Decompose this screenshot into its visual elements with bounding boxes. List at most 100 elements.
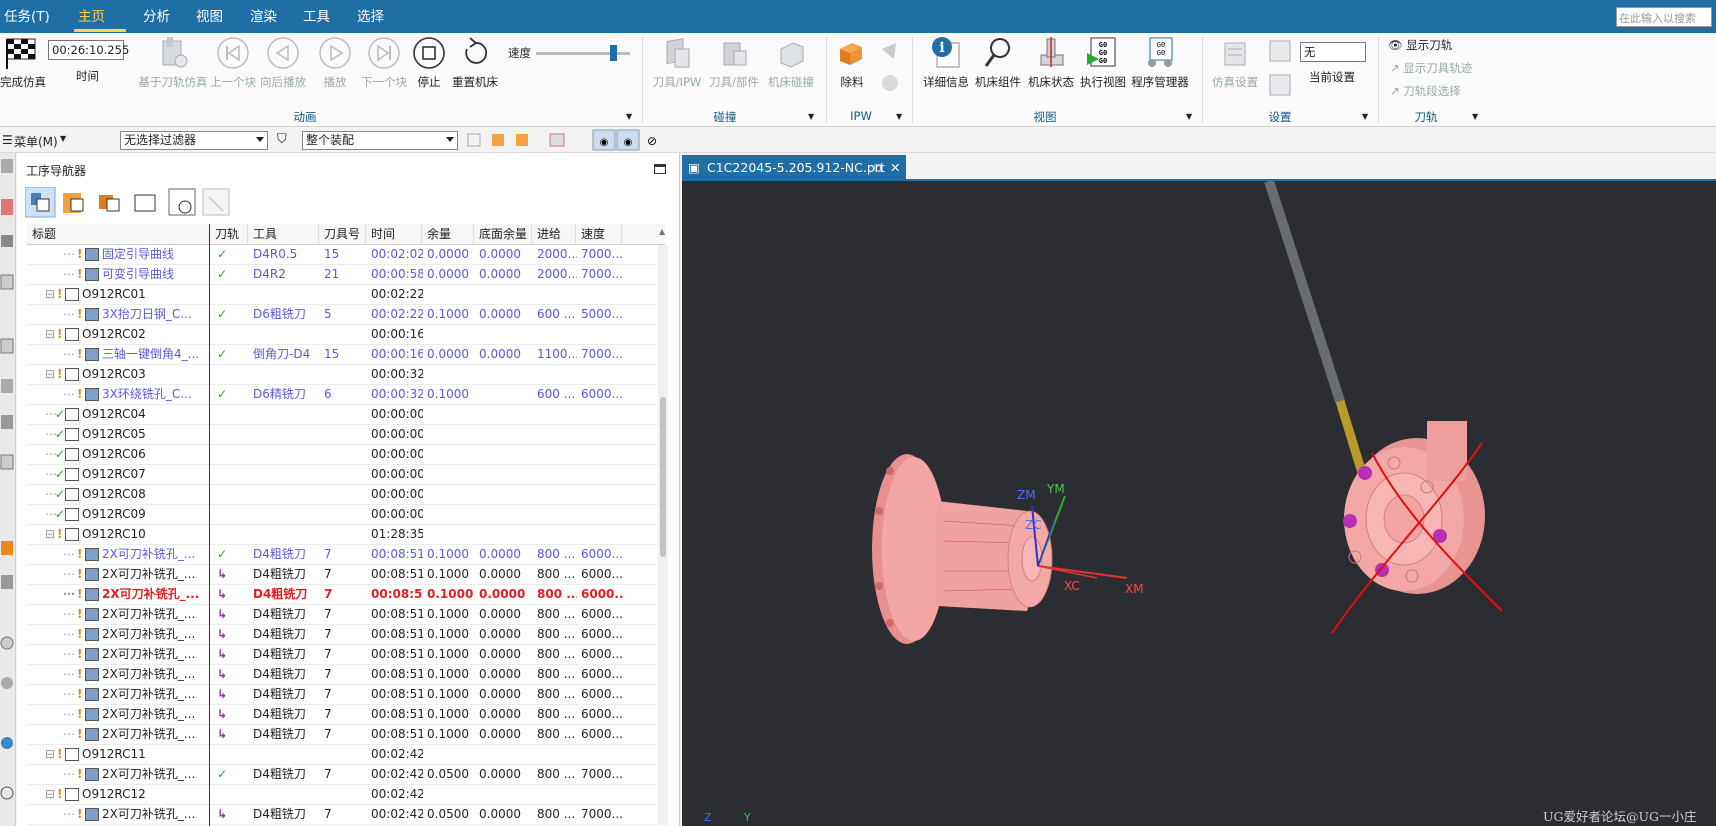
table-row[interactable]: ⋯! 3X抬刀日钢_C... ✓ D6粗铣刀 5 00:02:22 0.1000 0.0000… [27,305,665,325]
collision-group-expand-icon[interactable]: ▼ [808,112,814,121]
table-row[interactable]: ⋯! 2X可刀补铣孔_... ↳ D4粗铣刀 7 00:02:42 0.0500 0.0000… [27,805,665,825]
col-feed[interactable]: 进给 [532,224,576,245]
table-row[interactable]: ⋯! 2X可刀补铣孔_... ↳ D4粗铣刀 7 00:08:51 0.1000 0.0000… [27,565,665,585]
toolpath-group-expand-icon[interactable]: ▼ [1472,112,1478,121]
table-row[interactable]: ⋯! 3X环绕铣孔_C... ✓ D6精铣刀 6 00:00:32 0.1000 600 ..… [27,385,665,405]
col-tool-number[interactable]: 刀具号 [319,224,366,245]
anim-group-expand-icon[interactable]: ▼ [626,112,632,121]
table-row[interactable]: ⋯ ✓ O912RC07 00:00:00 [27,465,665,485]
table-row[interactable]: ⋯! 2X可刀补铣孔_... ↳ D4粗铣刀 7 00:08:51 0.1000 0.0000… [27,725,665,745]
table-row[interactable]: ⊟! O912RC02 00:00:16 [27,325,665,345]
col-floor-stock[interactable]: 底面余量 [474,224,532,245]
toolpath-select-button[interactable]: ↗ 刀轨段选择 [1390,83,1461,99]
menu-select[interactable]: 选择 [357,0,384,33]
time-field[interactable]: 00:26:10.255 [48,40,129,60]
scroll-up-icon[interactable]: ▲ [659,227,665,236]
table-row[interactable]: ⋯ ✓ O912RC04 00:00:00 [27,405,665,425]
machine-collision-button[interactable]: 机床碰撞 [764,35,818,90]
col-tool[interactable]: 工具 [248,224,319,245]
viewport-tab[interactable]: ▣ C1C22045-5.205.912-NC.prt ⧉ ✕ [682,155,906,181]
table-row[interactable]: ⋯! 可变引导曲线 ✓ D4R2 21 00:00:58 0.0000 0.0000 2000.… [27,265,665,285]
machine-components-button[interactable]: 机床组件 [972,35,1024,90]
mcs-visibility-icons[interactable]: ◉ ◉ ⊘ [592,129,664,151]
snap-tools-icons[interactable] [466,130,586,150]
menu-dropdown-icon[interactable]: ▼ [60,134,66,143]
sim-settings-button[interactable]: 仿真设置 [1208,35,1262,90]
step-back-button[interactable]: 向后播放 [258,35,308,90]
menu-tools[interactable]: 工具 [303,0,330,33]
collapse-icon[interactable]: ⊟ [45,325,57,344]
assembly-scope-dropdown[interactable]: 整个装配 [302,131,458,150]
table-row[interactable]: ⋯! 2X可刀补铣孔_... ✓ D4粗铣刀 7 00:08:51 0.1000 0.0000… [27,545,665,565]
machine-state-button[interactable]: 机床状态 [1025,35,1077,90]
close-icon[interactable]: ✕ [890,155,900,181]
table-row[interactable]: ⋯! 2X可刀补铣孔_... ✓ D4粗铣刀 7 00:02:42 0.0500 0.0000… [27,765,665,785]
table-row[interactable]: ⋯! 2X可刀补铣孔_... ↳ D4粗铣刀 7 00:08:51 0.1000 0.0000… [27,585,665,605]
prev-block-button[interactable]: 上一个块 [208,35,258,90]
collapse-icon[interactable]: ⊟ [45,285,57,304]
menu-task[interactable]: 任务(T) [4,0,50,33]
col-time[interactable]: 时间 [366,224,422,245]
navigator-view-icons[interactable] [25,187,235,219]
menu-view[interactable]: 视图 [196,0,223,33]
resource-bar-icons[interactable] [0,153,16,826]
collapse-icon[interactable]: ⊟ [45,365,57,384]
table-row[interactable]: ⋯! 2X可刀补铣孔_... ↳ D4粗铣刀 7 00:08:51 0.1000 0.0000… [27,605,665,625]
menu-hamburger-icon[interactable]: ☰ [2,133,13,147]
speed-slider[interactable] [536,45,630,61]
maximize-icon[interactable] [654,164,666,174]
table-row[interactable]: ⊟! O912RC12 00:02:42 [27,785,665,805]
menu-button[interactable]: 菜单(M) [14,133,58,150]
ipw-group-expand-icon[interactable]: ▼ [896,112,902,121]
collapse-icon[interactable]: ⊟ [45,785,57,804]
search-input[interactable]: 在此输入以搜索 [1616,7,1712,27]
complete-sim-button[interactable]: 完成仿真 [0,35,46,90]
tool-part-button[interactable]: 刀具/部件 [706,35,762,90]
menu-render[interactable]: 渲染 [250,0,277,33]
view-group-expand-icon[interactable]: ▼ [1186,112,1192,121]
col-title[interactable]: 标题 [27,224,210,245]
toolpath-sim-button[interactable]: 基于刀轨仿真 [138,35,208,90]
program-manager-button[interactable]: G0 G0 程序管理器 [1130,35,1190,90]
table-row[interactable]: ⋯! 2X可刀补铣孔_... ↳ D4粗铣刀 7 00:08:51 0.1000 0.0000… [27,705,665,725]
simulation-scene[interactable]: ZM YM XC XM ZC Z Y [682,179,1716,826]
table-row[interactable]: ⋯ ✓ O912RC08 00:00:00 [27,485,665,505]
collapse-icon[interactable]: ⊟ [45,745,57,764]
table-row[interactable]: ⋯! 2X可刀补铣孔_... ↳ D4粗铣刀 7 00:08:51 0.1000 0.0000… [27,685,665,705]
settings-group-expand-icon[interactable]: ▼ [1362,112,1368,121]
table-row[interactable]: ⋯! 2X可刀补铣孔_... ↳ D4粗铣刀 7 00:08:51 0.1000 0.0000… [27,645,665,665]
table-row[interactable]: ⋯! 固定引导曲线 ✓ D4R0.5 15 00:02:02 0.0000 0.0000 200… [27,245,665,265]
col-speed[interactable]: 速度 [576,224,622,245]
collapse-icon[interactable]: ⊟ [45,525,57,544]
table-row[interactable]: ⋯! 2X可刀补铣孔_... ↳ D4粗铣刀 7 00:08:51 0.1000 0.0000… [27,665,665,685]
table-row[interactable]: ⋯! 三轴一键倒角4_... ✓ 倒角刀-D4 15 00:00:16 0.0000 0.00… [27,345,665,365]
col-toolpath[interactable]: 刀轨 [210,224,248,245]
table-row[interactable]: ⋯ ✓ O912RC05 00:00:00 [27,425,665,445]
undock-icon[interactable]: ⧉ [874,155,883,181]
col-stock[interactable]: 余量 [422,224,474,245]
stop-button[interactable]: 停止 [410,35,448,90]
execute-view-button[interactable]: G0 G0 G0 执行视图 [1078,35,1128,90]
table-row[interactable]: ⋯ ✓ O912RC09 00:00:00 [27,505,665,525]
graphics-viewport[interactable]: ZM YM XC XM ZC Z Y [682,179,1716,826]
table-row[interactable]: ⊟! O912RC01 00:02:22 [27,285,665,305]
show-tool-button[interactable]: 👁 显示刀轨 [1388,37,1452,53]
selection-filter-dropdown[interactable]: 无选择过滤器 [120,131,268,150]
table-row[interactable]: ⋯ ✓ O912RC06 00:00:00 [27,445,665,465]
scrollbar-thumb[interactable] [660,397,666,557]
table-row[interactable]: ⊟! O912RC11 00:02:42 [27,745,665,765]
show-tool-path-button[interactable]: ↗ 显示刀具轨迹 [1390,60,1472,76]
next-block-button[interactable]: 下一个块 [357,35,411,90]
vertical-scrollbar[interactable]: ▲ [658,227,668,825]
tool-ipw-button[interactable]: 刀具/IPW [650,35,704,90]
table-row[interactable]: ⊟! O912RC10 01:28:35 [27,525,665,545]
menu-analysis[interactable]: 分析 [143,0,170,33]
remove-material-button[interactable]: 除料 [832,35,872,90]
details-button[interactable]: i 详细信息 [920,35,972,90]
filter-icon[interactable]: ⛉ [277,132,287,147]
current-settings-field[interactable]: 无 [1300,42,1366,62]
speed-slider-thumb[interactable] [610,45,618,61]
table-row[interactable]: ⋯! 2X可刀补铣孔_... ↳ D4粗铣刀 7 00:08:51 0.1000 0.0000… [27,625,665,645]
reset-machine-button[interactable]: 重置机床 [449,35,501,90]
play-button[interactable]: 播放 [313,35,357,90]
